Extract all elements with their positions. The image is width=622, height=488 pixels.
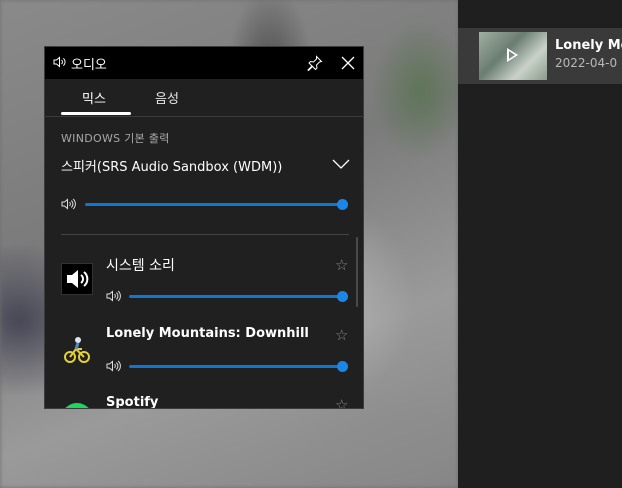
chevron-down-icon[interactable] xyxy=(332,158,350,170)
speaker-icon xyxy=(61,263,93,295)
active-tab-indicator xyxy=(61,112,131,115)
audio-widget: 오디오 믹스 음성 WINDOWS 기본 출력 스피커(SRS Audio Sa… xyxy=(44,46,364,409)
app-row-lonely-mountains: Lonely Mountains: Downhill ☆ xyxy=(45,317,363,387)
capture-thumbnail[interactable] xyxy=(479,32,547,80)
master-volume-slider[interactable] xyxy=(85,198,348,210)
close-icon[interactable] xyxy=(340,55,356,71)
slider-track xyxy=(129,295,348,298)
slider-thumb[interactable] xyxy=(337,199,348,210)
tab-mix[interactable]: 믹스 xyxy=(82,88,106,107)
capture-title: Lonely Mou xyxy=(555,38,622,53)
star-icon[interactable]: ☆ xyxy=(335,256,348,274)
default-output-label: WINDOWS 기본 출력 xyxy=(61,132,170,145)
spotify-icon xyxy=(61,403,93,408)
tab-voice[interactable]: 음성 xyxy=(155,88,179,107)
capture-gallery-panel: Lonely Mou 2022-04-0 xyxy=(458,0,622,488)
app-name: Lonely Mountains: Downhill xyxy=(106,326,309,341)
widget-titlebar[interactable]: 오디오 xyxy=(45,47,363,79)
divider xyxy=(61,234,349,235)
star-icon[interactable]: ☆ xyxy=(335,396,348,408)
widget-title: 오디오 xyxy=(71,58,107,73)
app-row-system-sounds: 시스템 소리 ☆ xyxy=(45,247,363,317)
slider-thumb[interactable] xyxy=(337,361,348,372)
volume-icon[interactable] xyxy=(106,360,122,372)
capture-date: 2022-04-0 xyxy=(555,56,618,70)
slider-thumb[interactable] xyxy=(337,291,348,302)
star-icon[interactable]: ☆ xyxy=(335,326,348,344)
output-device-select[interactable]: 스피커(SRS Audio Sandbox (WDM)) xyxy=(61,156,282,175)
app-volume-slider[interactable] xyxy=(129,290,348,302)
tab-bar: 믹스 음성 xyxy=(45,79,363,117)
capture-item[interactable]: Lonely Mou 2022-04-0 xyxy=(458,28,622,84)
app-volume-slider[interactable] xyxy=(129,360,348,372)
slider-track xyxy=(85,203,348,206)
cyclist-icon xyxy=(61,334,93,366)
app-name: Spotify xyxy=(106,395,159,409)
volume-icon[interactable] xyxy=(61,198,77,210)
speaker-icon xyxy=(53,56,66,68)
pin-icon[interactable] xyxy=(307,55,323,71)
app-row-spotify: Spotify ☆ xyxy=(45,387,363,409)
play-icon xyxy=(507,48,518,62)
slider-track xyxy=(129,365,348,368)
app-name: 시스템 소리 xyxy=(106,258,175,274)
volume-icon[interactable] xyxy=(106,290,122,302)
